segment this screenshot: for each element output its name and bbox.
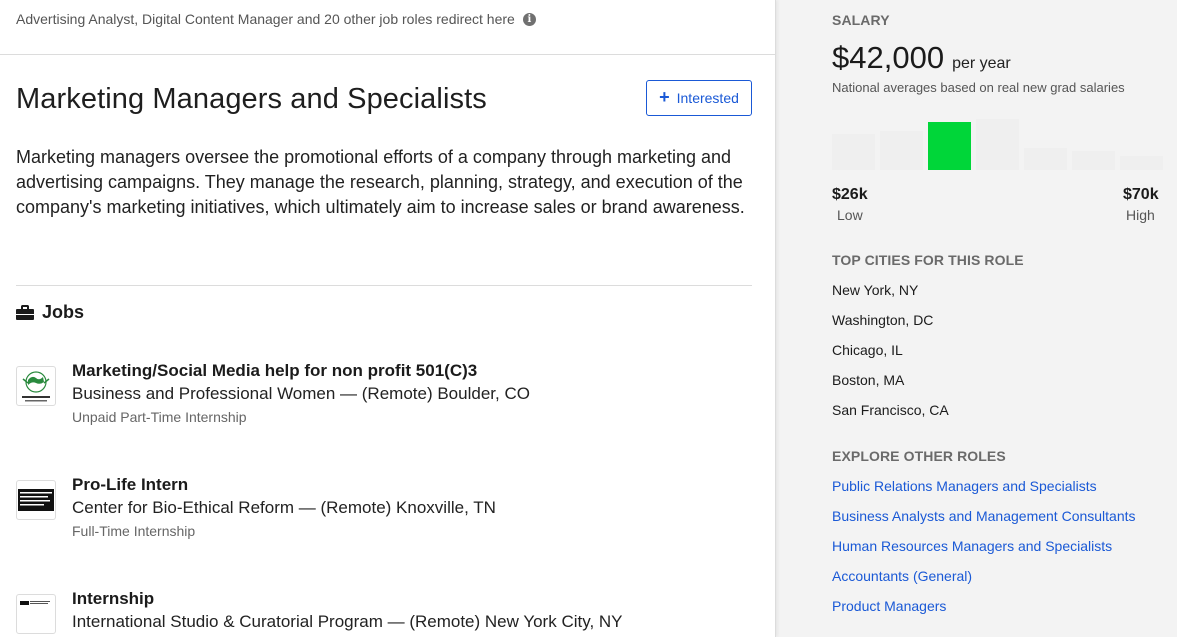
histogram-bar	[1024, 148, 1067, 170]
job-details: Internship International Studio & Curato…	[72, 588, 623, 634]
sidebar: SALARY $42,000 per year National average…	[808, 0, 1177, 637]
briefcase-icon	[16, 305, 34, 320]
histogram-bar	[832, 134, 875, 170]
job-title[interactable]: Pro-Life Intern	[72, 474, 496, 496]
city-item: San Francisco, CA	[832, 402, 949, 418]
salary-note: National averages based on real new grad…	[832, 80, 1125, 95]
role-link[interactable]: Human Resources Managers and Specialists	[832, 538, 1112, 554]
salary-low-caption: Low	[837, 207, 863, 223]
salary-histogram	[832, 110, 1163, 170]
job-details: Marketing/Social Media help for non prof…	[72, 360, 530, 429]
histogram-bar	[880, 131, 923, 170]
bpw-globe-logo	[16, 366, 56, 406]
jobs-heading: Jobs	[16, 302, 84, 323]
salary-high-caption: High	[1126, 207, 1155, 223]
histogram-bar	[928, 122, 971, 170]
histogram-bar	[976, 119, 1019, 170]
page-title: Marketing Managers and Specialists	[16, 83, 487, 115]
job-type: Unpaid Part-Time Internship	[72, 409, 247, 425]
salary-low-value: $26k	[832, 186, 868, 203]
job-employer: Business and Professional Women — (Remot…	[72, 384, 530, 403]
role-link[interactable]: Accountants (General)	[832, 568, 972, 584]
salary-amount: $42,000	[832, 40, 945, 75]
plus-icon: +	[659, 87, 670, 107]
role-link[interactable]: Business Analysts and Management Consult…	[832, 508, 1136, 524]
job-title[interactable]: Internship	[72, 588, 623, 610]
job-employer: International Studio & Curatorial Progra…	[72, 612, 623, 631]
salary-high-value: $70k	[1123, 186, 1159, 203]
role-link[interactable]: Public Relations Managers and Specialist…	[832, 478, 1097, 494]
job-card[interactable]: Marketing/Social Media help for non prof…	[16, 360, 530, 429]
salary-unit: per year	[952, 55, 1011, 72]
histogram-bar	[1072, 151, 1115, 170]
interested-label: Interested	[676, 90, 739, 106]
divider	[16, 285, 752, 286]
job-card[interactable]: Internship International Studio & Curato…	[16, 588, 623, 634]
title-row: Marketing Managers and Specialists + Int…	[16, 80, 752, 116]
salary-row: $42,000 per year	[832, 40, 1011, 76]
info-icon[interactable]: i	[522, 13, 536, 26]
city-item: New York, NY	[832, 282, 919, 298]
city-item: Washington, DC	[832, 312, 934, 328]
role-link[interactable]: Product Managers	[832, 598, 946, 614]
redirect-notice: Advertising Analyst, Digital Content Man…	[0, 0, 775, 55]
job-details: Pro-Life Intern Center for Bio-Ethical R…	[72, 474, 496, 543]
city-item: Boston, MA	[832, 372, 905, 388]
job-card[interactable]: Pro-Life Intern Center for Bio-Ethical R…	[16, 474, 496, 543]
jobs-heading-label: Jobs	[42, 302, 85, 322]
redirect-text: Advertising Analyst, Digital Content Man…	[16, 11, 515, 27]
iscp-logo	[16, 594, 56, 634]
cbr-logo	[16, 480, 56, 520]
histogram-bar	[1120, 156, 1163, 170]
job-type: Full-Time Internship	[72, 523, 196, 539]
city-item: Chicago, IL	[832, 342, 903, 358]
job-employer: Center for Bio-Ethical Reform — (Remote)…	[72, 498, 496, 517]
interested-button[interactable]: + Interested	[646, 80, 752, 116]
salary-label: SALARY	[832, 12, 890, 28]
job-title[interactable]: Marketing/Social Media help for non prof…	[72, 360, 530, 382]
role-description: Marketing managers oversee the promotion…	[16, 147, 745, 217]
top-cities-label: TOP CITIES FOR THIS ROLE	[832, 252, 1024, 268]
other-roles-label: EXPLORE OTHER ROLES	[832, 448, 1006, 464]
main-panel: Advertising Analyst, Digital Content Man…	[0, 0, 776, 637]
